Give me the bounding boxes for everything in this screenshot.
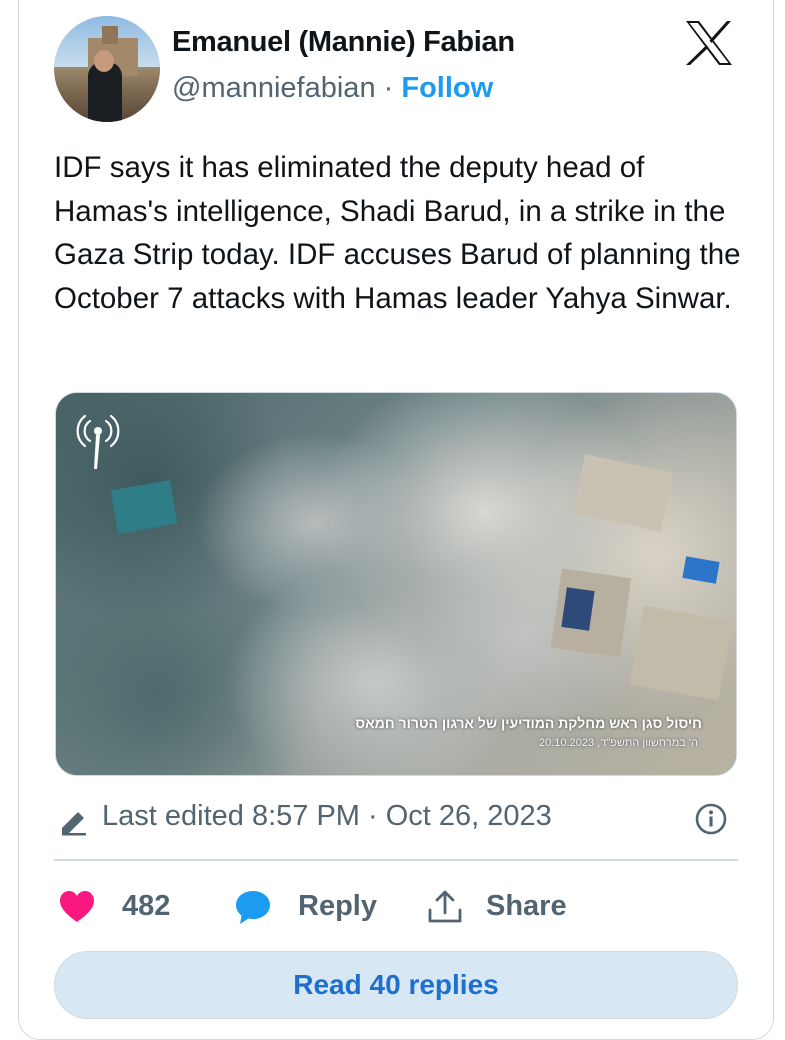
tweet-actions: 482 Reply Share [58,884,738,930]
info-icon[interactable] [694,802,728,836]
like-count: 482 [122,890,171,922]
author-handle-row: @manniefabian · Follow [172,72,493,105]
broadcast-signal-icon [76,414,120,469]
reply-bubble-icon [236,891,270,924]
author-display-name[interactable]: Emanuel (Mannie) Fabian [172,26,515,59]
handle-separator: · [383,72,394,104]
author-handle[interactable]: @manniefabian [172,72,376,104]
heart-icon [60,891,94,922]
share-label: Share [486,890,567,922]
read-replies-button[interactable]: Read 40 replies [54,951,738,1019]
edited-row: Last edited 8:57 PM · Oct 26, 2023 [58,800,738,840]
follow-button[interactable]: Follow [401,72,493,104]
like-button[interactable]: 482 [58,884,188,930]
tweet-video[interactable]: חיסול סגן ראש מחלקת המודיעין של ארגון הט… [55,392,737,776]
reply-button[interactable]: Reply [234,884,384,930]
pencil-icon [62,812,86,836]
video-overlay-date: 20.10.2023 ,ה' במרחשוון התשפ"ד [539,737,698,749]
x-logo-icon[interactable] [684,20,734,66]
divider [54,859,738,861]
video-overlay-caption: חיסול סגן ראש מחלקת המודיעין של ארגון הט… [355,715,702,731]
reply-label: Reply [298,890,377,922]
share-button[interactable]: Share [426,884,576,930]
avatar[interactable] [54,16,160,122]
tweet-text: IDF says it has eliminated the deputy he… [54,151,741,315]
share-icon [428,890,462,923]
last-edited-timestamp[interactable]: Last edited 8:57 PM · Oct 26, 2023 [102,800,552,833]
